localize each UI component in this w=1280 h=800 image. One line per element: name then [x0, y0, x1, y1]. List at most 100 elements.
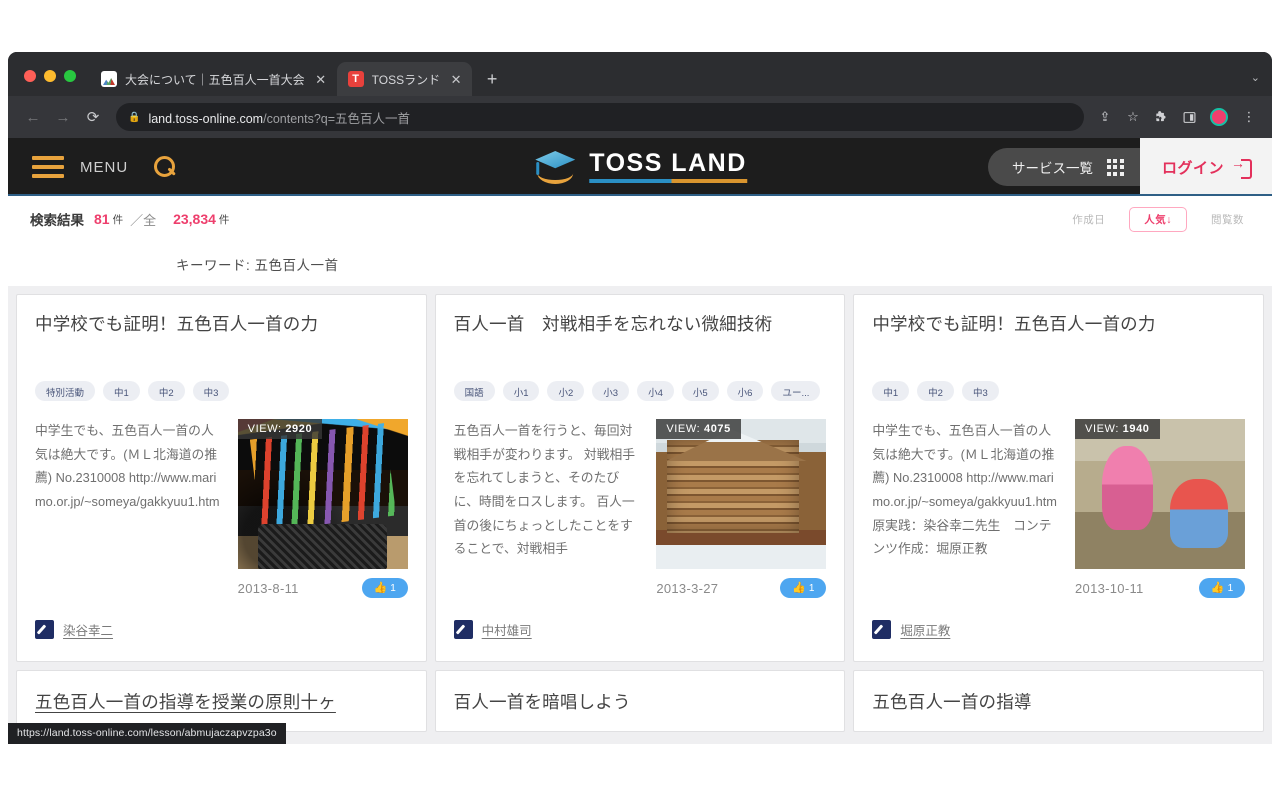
hamburger-menu-icon[interactable]: [32, 156, 64, 178]
tag[interactable]: 中2: [917, 381, 954, 401]
view-count-badge: VIEW: 1940: [1075, 419, 1160, 439]
keyword-text: キーワード: 五色百人一首: [176, 258, 339, 273]
view-count: 4075: [703, 423, 731, 435]
card-description: 中学生でも、五色百人一首の人気は絶大です。(ＭＬ北海道の推薦) No.23100…: [35, 423, 220, 510]
login-button[interactable]: ログイン: [1139, 138, 1272, 196]
reload-button[interactable]: ⟳: [78, 102, 108, 132]
url-text: land.toss-online.com/contents?q=五色百人一首: [148, 108, 410, 127]
result-card[interactable]: 百人一首 対戦相手を忘れない微細技術 国語 小1 小2 小3 小4 小5 小6 …: [434, 294, 846, 662]
side-panel-icon[interactable]: [1176, 104, 1202, 130]
card-title[interactable]: 百人一首を暗唱しよう: [454, 691, 827, 715]
result-card[interactable]: 中学校でも証明！五色百人一首の力 中1 中2 中3 中学生でも、五色百人一首の人…: [853, 294, 1265, 662]
close-icon[interactable]: ✕: [448, 71, 464, 87]
card-title[interactable]: 五色百人一首の指導: [872, 691, 1245, 715]
maximize-window-button[interactable]: [64, 70, 76, 82]
card-meta: 2013-3-27 👍 1: [656, 577, 827, 599]
card-thumbnail[interactable]: VIEW: 2920: [237, 419, 408, 569]
card-thumbnail[interactable]: VIEW: 4075: [656, 419, 827, 569]
card-description: 中学生でも、五色百人一首の人気は絶大です。(ＭＬ北海道の推薦) No.23100…: [872, 423, 1057, 557]
result-card[interactable]: 百人一首を暗唱しよう: [434, 670, 846, 732]
sort-by-date[interactable]: 作成日: [1066, 208, 1111, 231]
result-separator: ／全: [130, 212, 157, 228]
tag[interactable]: 特別活動: [35, 381, 96, 401]
card-thumbnail-column: VIEW: 2920 2013-8-11 👍 1: [237, 419, 408, 599]
minimize-window-button[interactable]: [44, 70, 56, 82]
card-author-row[interactable]: 堀原正教: [872, 620, 950, 639]
view-count-badge: VIEW: 4075: [656, 419, 741, 439]
card-thumbnail-column: VIEW: 4075 2013-3-27 👍 1: [656, 419, 827, 599]
search-icon[interactable]: [152, 155, 176, 179]
card-date: 2013-8-11: [237, 580, 299, 596]
like-badge[interactable]: 👍 1: [780, 578, 827, 598]
view-label: VIEW:: [1085, 423, 1119, 435]
tag[interactable]: 小2: [547, 381, 585, 401]
header-right: サービス一覧 ログイン: [987, 138, 1272, 196]
tag[interactable]: 中3: [961, 381, 999, 401]
share-icon[interactable]: ⇪: [1092, 104, 1118, 130]
back-button[interactable]: ←: [18, 102, 48, 132]
card-title[interactable]: 百人一首 対戦相手を忘れない微細技術: [454, 313, 827, 361]
pencil-icon: [453, 620, 473, 639]
tab-strip: 大会について｜五色百人一首大会 ✕ TOSSランド ✕ + ⌄: [8, 52, 1272, 96]
author-name[interactable]: 中村雄司: [482, 620, 532, 639]
thumbs-up-icon: 👍: [792, 581, 806, 594]
brand-text-block: TOSS LAND: [589, 151, 747, 183]
tag[interactable]: 小3: [592, 381, 630, 401]
card-author-row[interactable]: 染谷幸二: [35, 620, 113, 639]
author-name[interactable]: 堀原正教: [900, 620, 950, 639]
sort-controls: 作成日 人気↓ 閲覧数: [1066, 206, 1250, 232]
like-badge[interactable]: 👍 1: [361, 578, 408, 598]
card-thumbnail-column: VIEW: 1940 2013-10-11 👍 1: [1075, 419, 1246, 599]
card-date: 2013-10-11: [1075, 580, 1144, 596]
tag[interactable]: 小1: [502, 381, 540, 401]
tag[interactable]: 小5: [681, 381, 719, 401]
card-tags: 中1 中2 中3: [872, 381, 1245, 401]
tag[interactable]: 小6: [726, 381, 764, 401]
tag[interactable]: 小4: [637, 381, 674, 401]
card-author-row[interactable]: 中村雄司: [453, 620, 532, 639]
chevron-down-icon[interactable]: ⌄: [1251, 71, 1260, 84]
url-domain: land.toss-online.com: [148, 111, 264, 126]
card-thumbnail[interactable]: VIEW: 1940: [1075, 419, 1246, 569]
card-body: 中学生でも、五色百人一首の人気は絶大です。(ＭＬ北海道の推薦) No.23100…: [35, 419, 408, 599]
forward-button[interactable]: →: [48, 102, 78, 132]
profile-avatar[interactable]: [1210, 108, 1228, 126]
tag[interactable]: 国語: [453, 381, 495, 401]
new-tab-button[interactable]: +: [478, 65, 506, 93]
tag[interactable]: 中3: [192, 381, 230, 401]
like-badge[interactable]: 👍 1: [1199, 578, 1246, 598]
close-window-button[interactable]: [24, 70, 36, 82]
login-arrow-icon: [1231, 155, 1252, 179]
graduation-cap-icon: [533, 150, 577, 184]
address-bar[interactable]: 🔒 land.toss-online.com/contents?q=五色百人一首: [116, 103, 1084, 131]
view-count: 1940: [1122, 423, 1150, 435]
extensions-icon[interactable]: [1148, 104, 1174, 130]
result-card[interactable]: 中学校でも証明！五色百人一首の力 特別活動 中1 中2 中3 中学生でも、五色百…: [16, 294, 427, 662]
tag[interactable]: 中1: [872, 381, 910, 401]
menu-label[interactable]: MENU: [80, 159, 128, 176]
tab-title: TOSSランド: [371, 72, 441, 87]
sort-by-views[interactable]: 閲覧数: [1205, 208, 1250, 231]
tag[interactable]: 中1: [103, 381, 140, 401]
sort-by-popularity[interactable]: 人気↓: [1129, 206, 1187, 232]
service-list-button[interactable]: サービス一覧: [987, 148, 1140, 186]
browser-tab-1[interactable]: 大会について｜五色百人一首大会 ✕: [90, 62, 337, 96]
brand-logo[interactable]: TOSS LAND: [533, 150, 747, 184]
card-title[interactable]: 中学校でも証明！五色百人一首の力: [35, 313, 408, 361]
thumbs-up-icon: 👍: [373, 581, 388, 594]
sort-arrow-icon: ↓: [1166, 213, 1172, 226]
bookmark-star-icon[interactable]: ☆: [1120, 104, 1146, 130]
card-title[interactable]: 中学校でも証明！五色百人一首の力: [872, 313, 1245, 361]
result-card[interactable]: 五色百人一首の指導: [853, 670, 1265, 732]
tag[interactable]: 中2: [147, 381, 185, 401]
window-controls[interactable]: [14, 70, 90, 96]
author-name[interactable]: 染谷幸二: [63, 620, 113, 639]
chrome-menu-icon[interactable]: ⋮: [1236, 104, 1262, 130]
toss-favicon: [347, 71, 364, 87]
close-icon[interactable]: ✕: [313, 71, 329, 87]
brand-name: TOSS LAND: [589, 149, 747, 177]
card-title[interactable]: 五色百人一首の指導を授業の原則十ヶ: [35, 691, 408, 715]
card-date: 2013-3-27: [656, 580, 719, 596]
browser-tab-2[interactable]: TOSSランド ✕: [336, 62, 473, 96]
tag[interactable]: ユー...: [771, 381, 821, 401]
